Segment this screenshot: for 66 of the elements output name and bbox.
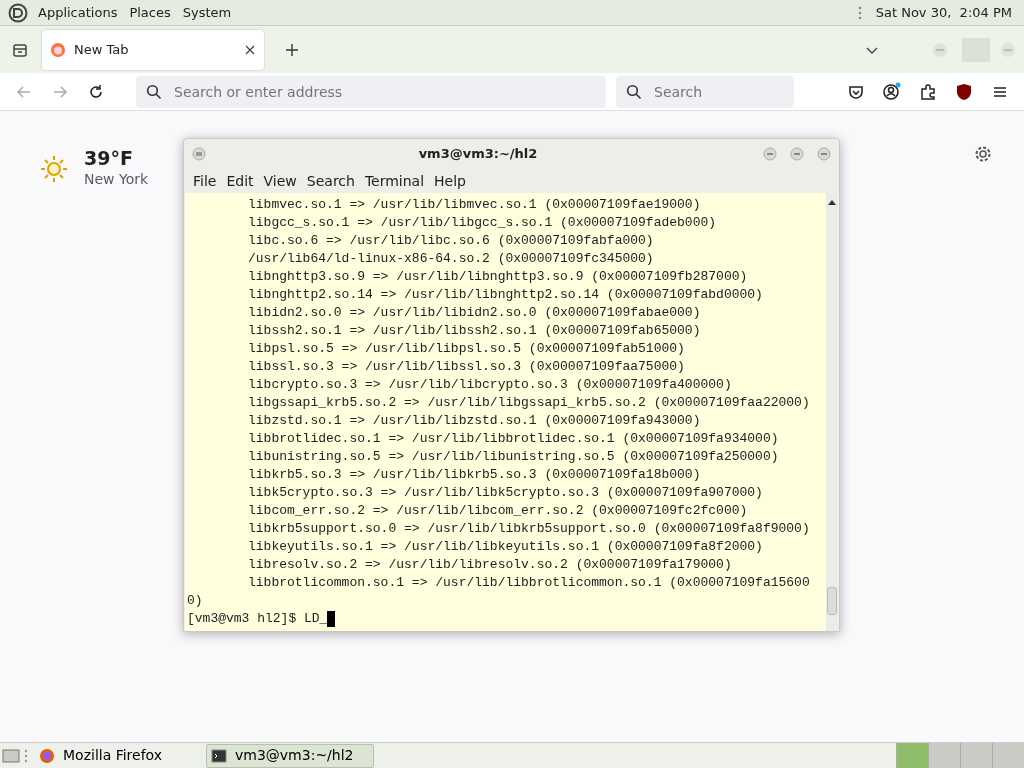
terminal-line: libmvec.so.1 => /usr/lib/libmvec.so.1 (0x00007109fae19000): [247, 196, 701, 214]
close-icon[interactable]: [244, 43, 256, 56]
scrollbar-thumb[interactable]: [827, 587, 837, 615]
terminal-line: libkrb5support.so.0 => /usr/lib/libkrb5support.so.0 (0x00007109fa8f9000): [247, 520, 810, 538]
menu-item[interactable]: Edit: [221, 170, 259, 192]
address-field[interactable]: Search or enter address: [136, 75, 606, 108]
terminal-line: 0): [186, 592, 203, 610]
terminal-line: libpsl.so.5 => /usr/lib/libpsl.so.5 (0x00007109fab51000): [247, 340, 685, 358]
sun-icon: [40, 154, 68, 183]
show-desktop-icon[interactable]: [2, 747, 20, 764]
menu-item[interactable]: View: [258, 170, 302, 192]
terminal-line: libbrotlicommon.so.1 => /usr/lib/libbrotlicommon.so.1 (0x00007109fa15600: [247, 574, 810, 592]
gear-icon: [974, 145, 992, 163]
puzzle-icon: [919, 82, 937, 101]
temperature: 39°F: [84, 148, 134, 169]
panel-menu[interactable]: Applications: [32, 2, 124, 23]
terminal-line: libunistring.so.5 => /usr/lib/libunistring.so.5 (0x00007109fa250000): [247, 448, 779, 466]
handle-icon[interactable]: [857, 4, 862, 21]
maximize-icon[interactable]: [790, 147, 804, 161]
terminal-line: libc.so.6 => /usr/lib/libc.so.6 (0x00007109fabfa000): [247, 232, 654, 250]
terminal-line: libcom_err.so.2 => /usr/lib/libcom_err.so.2 (0x00007109fc2fc000): [247, 502, 748, 520]
terminal-line: /usr/lib64/ld-linux-x86-64.so.2 (0x00007109fc345000): [247, 250, 654, 268]
terminal-line: libnghttp3.so.9 => /usr/lib/libnghttp3.so.9 (0x00007109fb287000): [247, 268, 748, 286]
terminal-line: libbrotlidec.so.1 => /usr/lib/libbrotlidec.so.1 (0x00007109fa934000): [247, 430, 779, 448]
firefox-icon: [39, 747, 55, 764]
terminal-line: libgcc_s.so.1 => /usr/lib/libgcc_s.so.1 (0x00007109fadeb000): [247, 214, 717, 232]
location: New York: [84, 169, 149, 189]
terminal-line: libkeyutils.so.1 => /usr/lib/libkeyutils.so.1 (0x00007109fa8f2000): [247, 538, 763, 556]
terminal-line: libkrb5.so.3 => /usr/lib/libkrb5.so.3 (0x00007109fa18b000): [247, 466, 701, 484]
search-icon: [146, 83, 162, 100]
terminal-line: libcrypto.so.3 => /usr/lib/libcrypto.so.3 (0x00007109fa400000): [247, 376, 732, 394]
terminal-line: libresolv.so.2 => /usr/lib/libresolv.so.2 (0x00007109fa179000): [247, 556, 732, 574]
window-title: vm3@vm3:~/hl2: [417, 145, 539, 164]
menu-item[interactable]: Terminal: [359, 170, 430, 192]
distro-logo-icon[interactable]: [8, 2, 28, 23]
firefox-icon: [50, 41, 66, 58]
terminal-line: libidn2.so.0 => /usr/lib/libidn2.so.0 (0x00007109fabae000): [247, 304, 701, 322]
terminal-line: libzstd.so.1 => /usr/lib/libzstd.so.1 (0x00007109fa943000): [247, 412, 701, 430]
terminal-icon: [211, 747, 227, 764]
clock[interactable]: Sat Nov 30, 2:04 PM: [869, 2, 1018, 23]
panel-menu[interactable]: Places: [123, 2, 177, 23]
text-cursor: [327, 611, 336, 627]
menu-item[interactable]: File: [188, 170, 222, 192]
panel-menu[interactable]: System: [176, 2, 238, 23]
terminal-line: libk5crypto.so.3 => /usr/lib/libk5crypto.so.3 (0x00007109fa907000): [247, 484, 763, 502]
minimize-icon[interactable]: [932, 41, 948, 58]
plus-icon: [284, 41, 300, 58]
tab[interactable]: New Tab: [42, 29, 264, 70]
taskbar-button[interactable]: Mozilla Firefox: [34, 743, 202, 768]
terminal-line: libssl.so.3 => /usr/lib/libssl.so.3 (0x00007109faa75000): [247, 358, 685, 376]
menu-item[interactable]: Help: [429, 170, 471, 192]
minimize-icon[interactable]: [763, 147, 777, 161]
terminal-line: libnghttp2.so.14 => /usr/lib/libnghttp2.so.14 (0x00007109fabd0000): [247, 286, 763, 304]
terminal-line: libgssapi_krb5.so.2 => /usr/lib/libgssapi_krb5.so.2 (0x00007109faa22000): [247, 394, 810, 412]
search-field[interactable]: Search: [616, 75, 794, 108]
handle-icon: [24, 747, 28, 764]
search-icon: [626, 83, 642, 100]
shield-icon: [956, 82, 972, 101]
account-icon: [882, 81, 902, 102]
command-prompt: [vm3@vm3 hl2]$ LD_: [187, 610, 328, 628]
tab-title: New Tab: [74, 40, 130, 59]
taskbar-button[interactable]: vm3@vm3:~/hl2: [206, 743, 374, 768]
window-menu-icon[interactable]: [192, 147, 206, 161]
menu-item[interactable]: Search: [301, 170, 360, 192]
terminal-line: libssh2.so.1 => /usr/lib/libssh2.so.1 (0x00007109fab65000): [247, 322, 701, 340]
reload-icon: [87, 82, 105, 101]
